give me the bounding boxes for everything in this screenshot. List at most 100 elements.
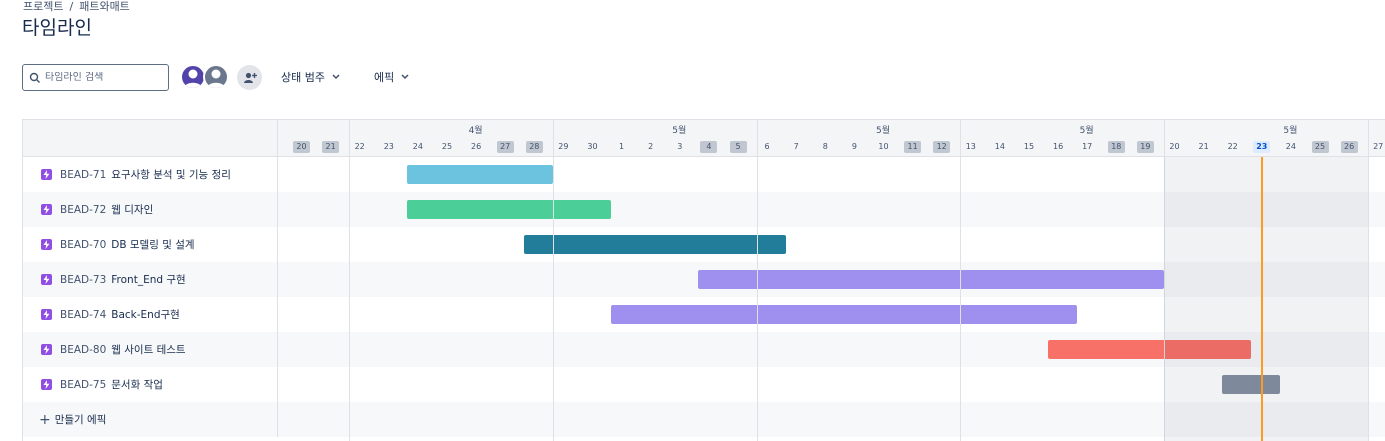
issue-key[interactable]: BEAD-70 [60, 239, 106, 251]
lightning-icon [41, 379, 52, 390]
week-grid-line [349, 120, 351, 441]
avatar[interactable] [203, 64, 229, 90]
lightning-icon [41, 169, 52, 180]
month-label: 5월 [1079, 126, 1094, 136]
create-epic-button[interactable]: + 만들기 에픽 [23, 402, 278, 437]
today-marker [1261, 157, 1264, 441]
day-label: 16 [1053, 142, 1064, 151]
day-label: 23 [383, 142, 394, 151]
issue-key[interactable]: BEAD-72 [60, 204, 106, 216]
issue-key[interactable]: BEAD-75 [60, 379, 106, 391]
week-grid-line [1367, 120, 1369, 441]
day-label: 21 [1198, 142, 1209, 151]
breadcrumb: 프로젝트 / 패트와매트 [23, 0, 130, 13]
day-label: 27 [496, 141, 514, 153]
toolbar: 상태 범주 에픽 [22, 64, 722, 91]
add-user-button[interactable] [237, 65, 262, 90]
issue-item[interactable]: BEAD-74 Back-End구현 [23, 297, 278, 332]
lightning-icon [41, 274, 52, 285]
day-label: 15 [1023, 142, 1035, 151]
search-icon [29, 72, 40, 83]
breadcrumb-separator: / [69, 0, 74, 13]
day-label: 8 [822, 142, 828, 151]
issue-key[interactable]: BEAD-80 [60, 344, 106, 356]
week-grid-line [960, 120, 962, 441]
issue-title[interactable]: 웹 사이트 테스트 [111, 342, 185, 357]
day-label: 2 [648, 142, 654, 151]
issue-item[interactable]: BEAD-73 Front_End 구현 [23, 262, 278, 297]
day-label: 25 [441, 142, 453, 151]
issue-item[interactable]: BEAD-71 요구사항 분석 및 기능 정리 [23, 157, 278, 192]
issue-title[interactable]: Front_End 구현 [111, 272, 185, 287]
day-label: 5 [729, 141, 747, 153]
schedule-bar[interactable] [407, 200, 612, 219]
search-input[interactable] [45, 72, 155, 83]
issue-key[interactable]: BEAD-73 [60, 274, 106, 286]
issue-title[interactable]: Back-End구현 [111, 307, 180, 322]
issue-title[interactable]: DB 모델링 및 설계 [111, 237, 194, 252]
lightning-icon [41, 344, 52, 355]
issue-item[interactable]: BEAD-75 문서화 작업 [23, 367, 278, 402]
day-label: 13 [965, 142, 976, 151]
day-label: 30 [587, 142, 598, 151]
day-label: 22 [1227, 142, 1238, 151]
day-label: 22 [354, 142, 365, 151]
issue-title[interactable]: 웹 디자인 [111, 202, 153, 217]
search-box[interactable] [22, 64, 169, 91]
day-label: 1 [619, 142, 625, 151]
day-label: 25 [1311, 141, 1329, 153]
day-label: 26 [1340, 141, 1358, 153]
plus-icon: + [39, 411, 51, 428]
issue-item[interactable]: BEAD-70 DB 모델링 및 설계 [23, 227, 278, 262]
status-category-filter[interactable]: 상태 범주 [281, 69, 340, 85]
issue-key[interactable]: BEAD-71 [60, 169, 106, 181]
user-icon [184, 69, 202, 88]
timeline-header: 20 21 22 23 24 25 26 27 28 29 30 1 2 3 4 5 6 7 8 9 10 11 12 13 1… [23, 120, 1385, 157]
epic-filter-label: 에픽 [374, 71, 395, 84]
issue-title[interactable]: 문서화 작업 [111, 377, 163, 392]
issue-item[interactable]: BEAD-80 웹 사이트 테스트 [23, 332, 278, 367]
avatar-group [180, 64, 229, 91]
week-grid-line [756, 120, 758, 441]
month-label: 4월 [468, 126, 483, 136]
chevron-down-icon [401, 74, 409, 80]
day-label: 24 [1285, 142, 1296, 151]
day-label: 20 [1169, 142, 1180, 151]
day-label: 20 [293, 141, 310, 153]
breadcrumb-current[interactable]: 패트와매트 [79, 0, 130, 13]
schedule-bar[interactable] [611, 305, 1077, 324]
chevron-down-icon [332, 74, 340, 80]
day-label: 10 [878, 142, 889, 151]
day-label: 28 [525, 141, 543, 153]
lightning-icon [41, 204, 52, 215]
schedule-bar[interactable] [523, 235, 786, 254]
issue-item[interactable]: BEAD-72 웹 디자인 [23, 192, 278, 227]
create-epic-label: 만들기 에픽 [54, 414, 107, 426]
issue-key[interactable]: BEAD-74 [60, 309, 106, 321]
month-label: 5월 [875, 126, 891, 136]
lightning-icon [41, 309, 52, 320]
day-label: 21 [322, 141, 340, 153]
day-label: 17 [1082, 142, 1093, 151]
day-label: 18 [1107, 141, 1125, 153]
breadcrumb-projects[interactable]: 프로젝트 [23, 0, 63, 13]
schedule-bar[interactable] [407, 165, 553, 184]
issue-title[interactable]: 요구사항 분석 및 기능 정리 [111, 167, 231, 182]
month-label: 5월 [1283, 126, 1298, 136]
schedule-bar[interactable] [698, 270, 1164, 289]
day-label: 27 [1373, 142, 1384, 151]
day-label: 3 [677, 142, 683, 151]
day-label: 6 [764, 142, 770, 151]
day-label: 29 [558, 142, 569, 151]
day-label: 24 [412, 142, 423, 151]
user-icon [207, 69, 225, 88]
epic-filter[interactable]: 에픽 [374, 69, 409, 85]
page-title: 타임라인 [22, 17, 92, 39]
day-label: 11 [904, 141, 922, 153]
day-label: 19 [1136, 141, 1154, 153]
day-label: 12 [933, 141, 951, 153]
add-user-icon [243, 72, 257, 83]
week-grid-line [552, 120, 554, 441]
today-day-label: 23 [1253, 141, 1271, 153]
month-label: 5월 [672, 126, 687, 136]
